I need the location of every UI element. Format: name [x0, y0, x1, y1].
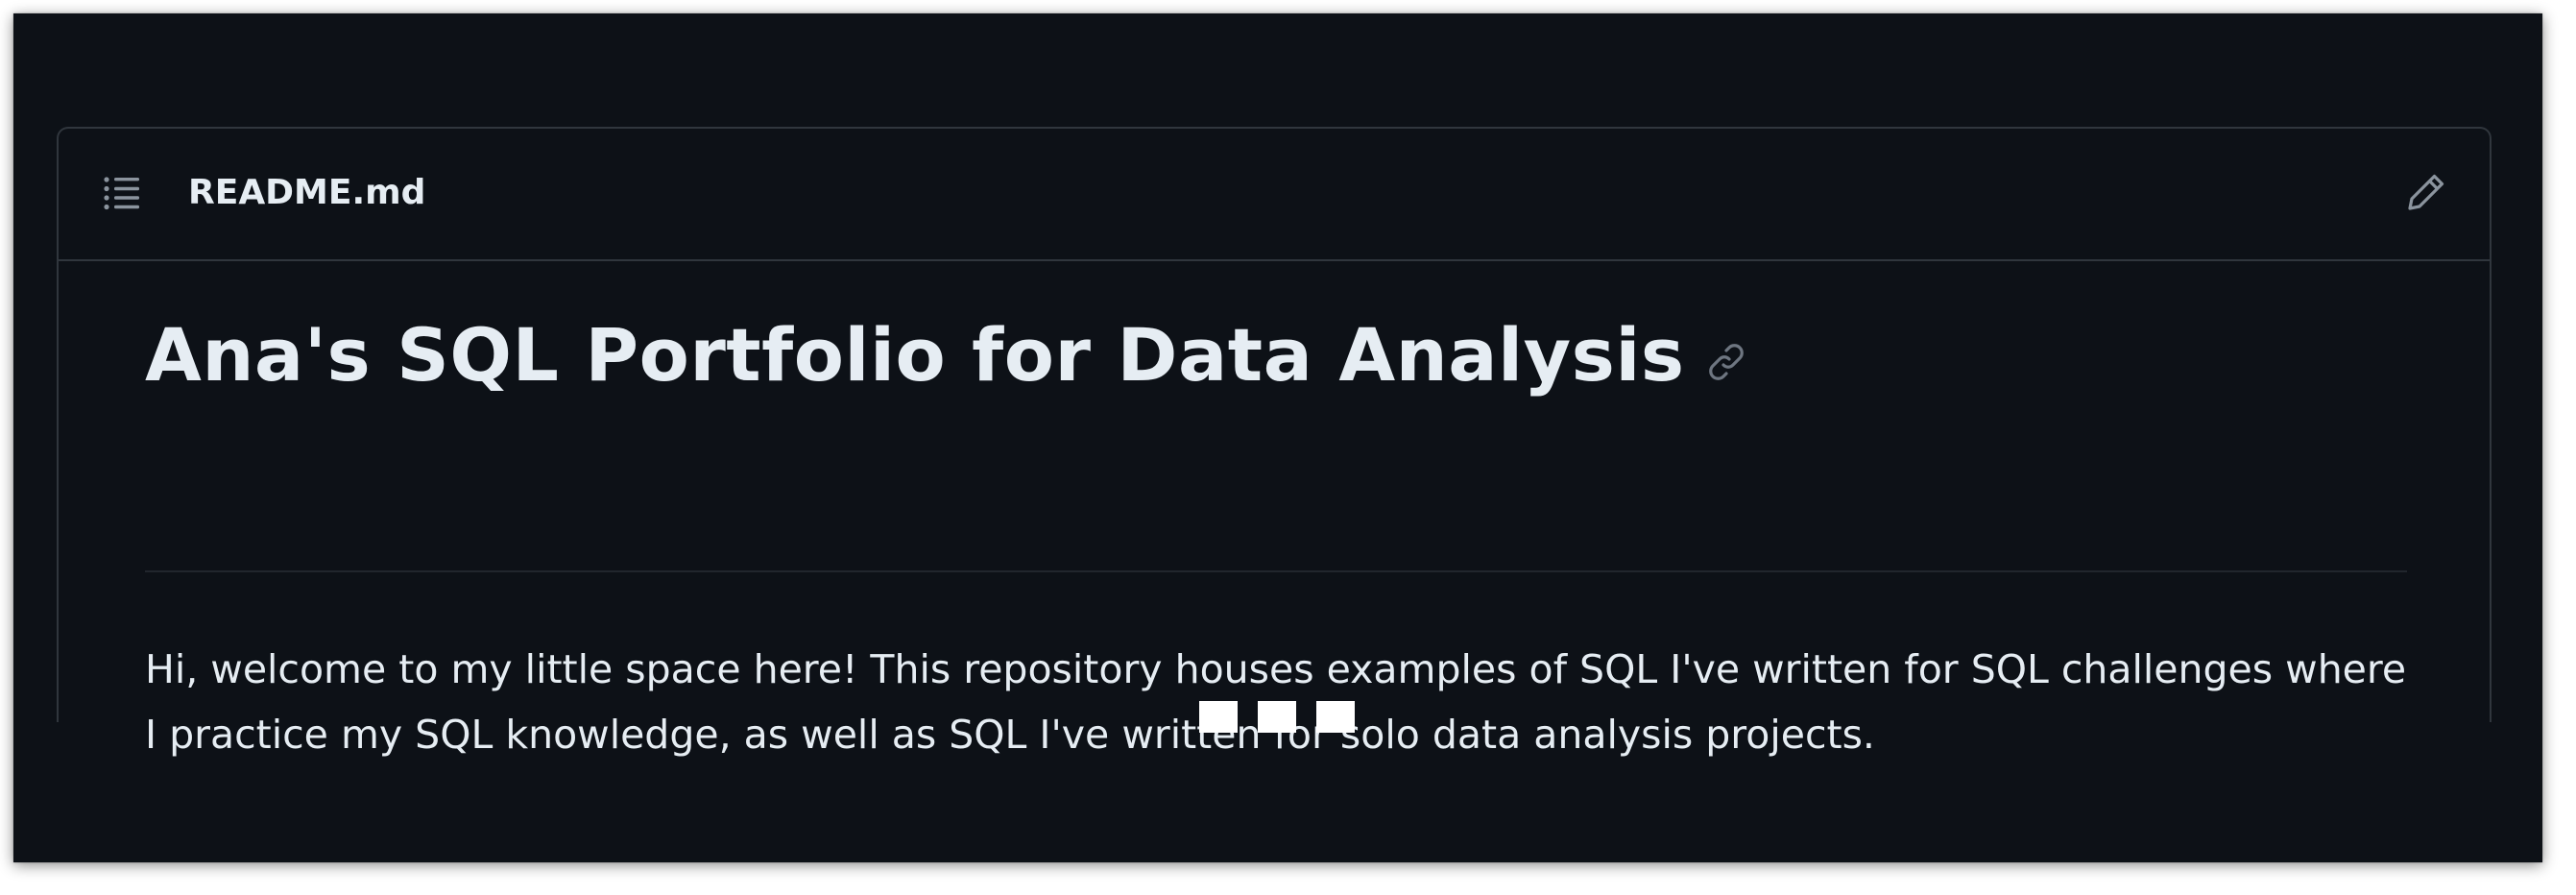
truncation-block [1199, 701, 1238, 733]
truncation-block [1316, 701, 1355, 733]
readme-file-name: README.md [188, 173, 426, 212]
truncation-indicator [1199, 701, 1355, 733]
list-unordered-icon[interactable] [103, 176, 141, 210]
heading-divider [145, 570, 2407, 572]
screenshot-frame: README.md Ana's SQL Portfolio for Data A… [13, 13, 2542, 862]
readme-container: README.md Ana's SQL Portfolio for Data A… [57, 127, 2492, 758]
readme-header: README.md [59, 129, 2490, 261]
pencil-icon[interactable] [2405, 171, 2447, 213]
readme-heading-row: Ana's SQL Portfolio for Data Analysis [145, 307, 1746, 403]
readme-heading: Ana's SQL Portfolio for Data Analysis [145, 312, 1685, 398]
truncation-block [1258, 701, 1296, 733]
link-icon[interactable] [1706, 342, 1746, 382]
